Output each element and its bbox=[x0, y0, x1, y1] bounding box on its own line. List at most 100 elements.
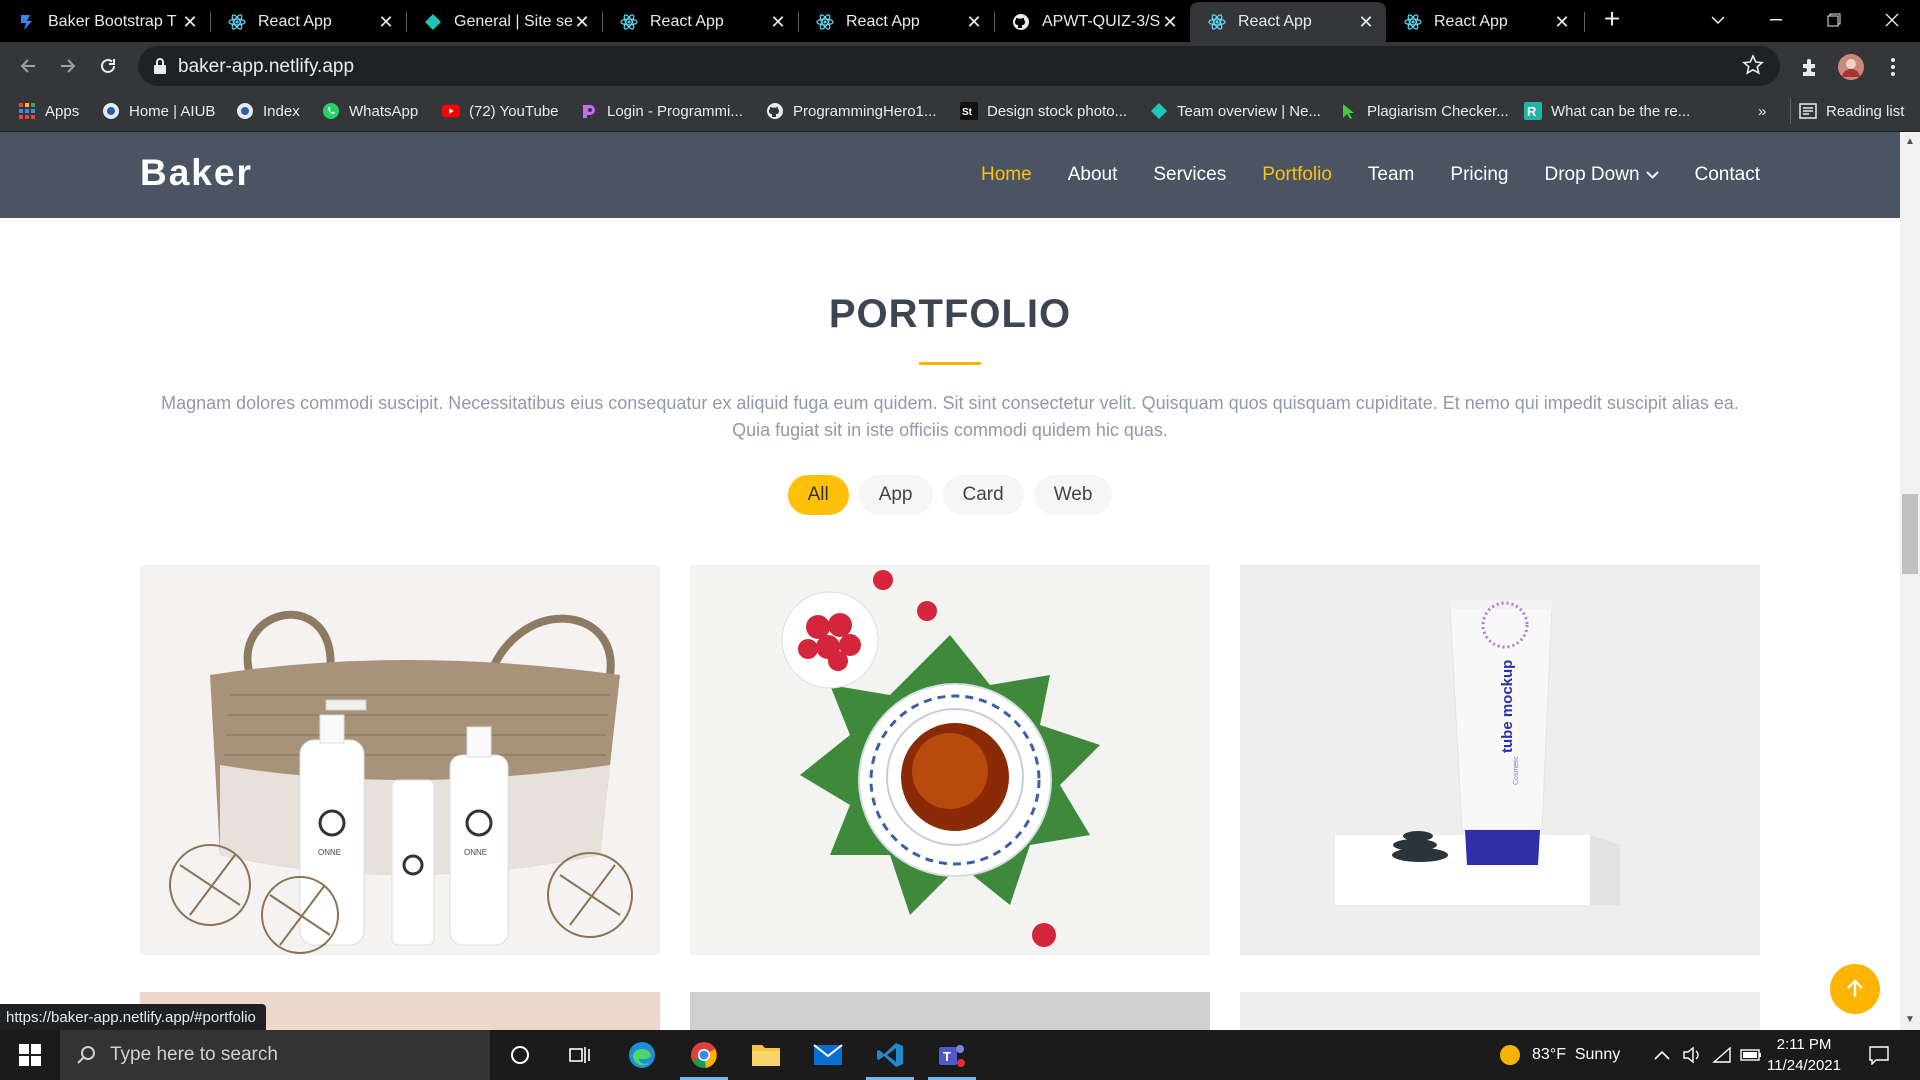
browser-tab[interactable]: React App ✕ bbox=[602, 2, 798, 42]
nav-pricing[interactable]: Pricing bbox=[1450, 164, 1508, 186]
web-page: Baker Home About Services Portfolio Team… bbox=[0, 132, 1900, 1030]
back-icon[interactable] bbox=[14, 52, 42, 80]
nav-about[interactable]: About bbox=[1068, 164, 1118, 186]
nav-portfolio[interactable]: Portfolio bbox=[1262, 164, 1332, 186]
lock-icon[interactable] bbox=[152, 57, 170, 75]
nav-services[interactable]: Services bbox=[1153, 164, 1226, 186]
bookmark-index[interactable]: Index bbox=[236, 90, 300, 132]
extensions-icon[interactable] bbox=[1797, 54, 1823, 80]
vscode-icon[interactable] bbox=[860, 1030, 920, 1080]
bookmark-login-programming[interactable]: Login - Programmi... bbox=[580, 90, 743, 132]
bookmark-apps[interactable]: Apps bbox=[18, 90, 79, 132]
file-explorer-icon[interactable] bbox=[736, 1030, 796, 1080]
tube-image: tube mockup Cosmetic bbox=[1240, 565, 1760, 955]
cortana-icon[interactable] bbox=[490, 1030, 550, 1080]
bookmark-home-aiub[interactable]: Home | AIUB bbox=[102, 90, 215, 132]
scroll-down-icon[interactable]: ▼ bbox=[1904, 1014, 1916, 1026]
chevron-down-icon bbox=[1645, 170, 1659, 180]
filter-web[interactable]: Web bbox=[1033, 475, 1113, 515]
forward-icon[interactable] bbox=[54, 52, 82, 80]
more-bookmarks-button[interactable]: » bbox=[1758, 90, 1766, 132]
browser-tab[interactable]: React App ✕ bbox=[210, 2, 406, 42]
bookmark-programminghero-github[interactable]: ProgrammingHero1... bbox=[766, 90, 936, 132]
address-bar[interactable]: baker-app.netlify.app bbox=[138, 46, 1780, 86]
restore-icon[interactable] bbox=[1806, 0, 1862, 40]
close-icon[interactable]: ✕ bbox=[572, 12, 592, 32]
teams-icon[interactable]: T bbox=[922, 1030, 982, 1080]
back-to-top-button[interactable] bbox=[1830, 964, 1880, 1014]
bookmark-team-overview[interactable]: Team overview | Ne... bbox=[1150, 90, 1321, 132]
github-icon bbox=[766, 102, 784, 120]
bookmark-whatsapp[interactable]: WhatsApp bbox=[322, 90, 418, 132]
tab-title: React App bbox=[258, 13, 332, 30]
site-header: Baker Home About Services Portfolio Team… bbox=[0, 132, 1900, 218]
edge-icon[interactable] bbox=[612, 1030, 672, 1080]
portfolio-item[interactable] bbox=[1240, 992, 1760, 1030]
avatar[interactable] bbox=[1838, 54, 1864, 80]
nav-contact[interactable]: Contact bbox=[1695, 164, 1760, 186]
nav-home[interactable]: Home bbox=[981, 164, 1032, 186]
close-icon[interactable]: ✕ bbox=[376, 12, 396, 32]
browser-tab[interactable]: React App ✕ bbox=[1386, 2, 1582, 42]
menu-icon[interactable] bbox=[1880, 54, 1906, 80]
taskbar-clock[interactable]: 2:11 PM 11/24/2021 bbox=[1762, 1034, 1846, 1076]
tab-title: React App bbox=[650, 13, 724, 30]
show-hidden-icons[interactable] bbox=[1654, 1030, 1670, 1080]
programming-hero-icon bbox=[580, 102, 598, 120]
aiub-icon bbox=[236, 102, 254, 120]
browser-tab[interactable]: React App ✕ bbox=[798, 2, 994, 42]
site-logo[interactable]: Baker bbox=[140, 152, 253, 194]
new-tab-button[interactable]: + bbox=[1598, 5, 1626, 34]
notification-icon[interactable] bbox=[1868, 1030, 1890, 1080]
reading-list-label: Reading list bbox=[1826, 102, 1905, 120]
wifi-icon[interactable] bbox=[1712, 1030, 1732, 1080]
close-icon[interactable]: ✕ bbox=[768, 12, 788, 32]
bookmark-youtube[interactable]: (72) YouTube bbox=[442, 90, 559, 132]
portfolio-item-tube[interactable]: tube mockup Cosmetic bbox=[1240, 565, 1760, 955]
browser-tab-active[interactable]: React App ✕ bbox=[1190, 2, 1386, 42]
chrome-icon[interactable] bbox=[674, 1030, 734, 1080]
portfolio-item-basket[interactable]: ONNE ONNE bbox=[140, 565, 660, 955]
portfolio-item-tea[interactable] bbox=[690, 565, 1210, 955]
portfolio-item[interactable] bbox=[690, 992, 1210, 1030]
reload-icon[interactable] bbox=[94, 52, 122, 80]
nav-dropdown[interactable]: Drop Down bbox=[1544, 164, 1659, 186]
bookmark-plagiarism-checker[interactable]: Plagiarism Checker... bbox=[1340, 90, 1509, 132]
reading-list-button[interactable]: Reading list bbox=[1790, 98, 1904, 124]
filter-all[interactable]: All bbox=[787, 475, 849, 515]
browser-tab[interactable]: General | Site sett ✕ bbox=[406, 2, 602, 42]
weather-widget[interactable]: 83°F Sunny bbox=[1498, 1030, 1620, 1080]
tab-search-icon[interactable] bbox=[1690, 0, 1746, 40]
volume-icon[interactable] bbox=[1682, 1030, 1702, 1080]
bookmark-what-can-be[interactable]: R What can be the re... bbox=[1524, 90, 1690, 132]
window-close-icon[interactable] bbox=[1864, 0, 1920, 40]
minimize-icon[interactable] bbox=[1748, 0, 1804, 40]
scrollbar-thumb[interactable] bbox=[1902, 494, 1918, 574]
tab-title: Baker Bootstrap T bbox=[48, 13, 177, 30]
browser-tab[interactable]: Baker Bootstrap T ✕ bbox=[0, 2, 210, 42]
bookmarks-bar: Apps Home | AIUB Index WhatsApp (72) You… bbox=[0, 90, 1920, 132]
bookmark-star-icon[interactable] bbox=[1742, 54, 1766, 78]
filter-app[interactable]: App bbox=[858, 475, 933, 515]
close-icon[interactable]: ✕ bbox=[1160, 12, 1180, 32]
windows-start-icon[interactable] bbox=[0, 1030, 60, 1080]
taskbar-search[interactable]: Type here to search bbox=[60, 1030, 490, 1080]
close-icon[interactable]: ✕ bbox=[1356, 12, 1376, 32]
close-icon[interactable]: ✕ bbox=[1552, 12, 1572, 32]
page-scrollbar[interactable]: ▲ ▼ bbox=[1900, 132, 1920, 1030]
mail-icon[interactable] bbox=[798, 1030, 858, 1080]
bookmark-label: Index bbox=[263, 102, 300, 120]
filter-card[interactable]: Card bbox=[942, 475, 1024, 515]
close-icon[interactable]: ✕ bbox=[180, 12, 200, 32]
bookmark-label: Design stock photo... bbox=[987, 102, 1128, 120]
svg-text:T: T bbox=[943, 1049, 951, 1064]
browser-tab[interactable]: APWT-QUIZ-3/Sc ✕ bbox=[994, 2, 1190, 42]
main-nav: Home About Services Portfolio Team Prici… bbox=[945, 132, 1760, 218]
task-view-icon[interactable] bbox=[550, 1030, 610, 1080]
scroll-up-icon[interactable]: ▲ bbox=[1904, 136, 1916, 148]
close-icon[interactable]: ✕ bbox=[964, 12, 984, 32]
bookmark-design-stock[interactable]: St Design stock photo... bbox=[960, 90, 1127, 132]
battery-icon[interactable] bbox=[1740, 1030, 1762, 1080]
tab-title: React App bbox=[846, 13, 920, 30]
nav-team[interactable]: Team bbox=[1368, 164, 1414, 186]
